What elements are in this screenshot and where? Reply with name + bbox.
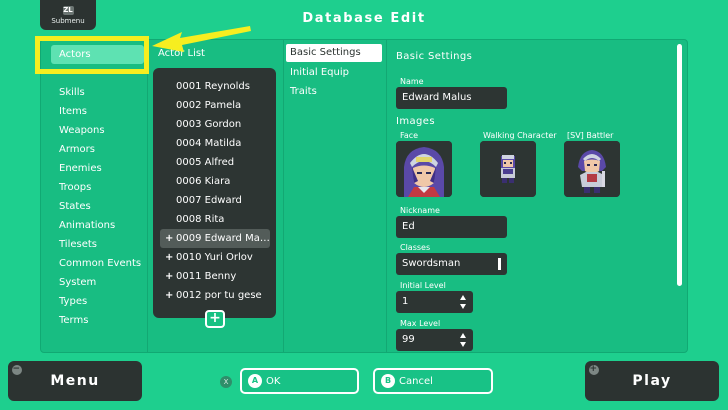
tab-basic-settings[interactable]: Basic Settings — [286, 44, 382, 62]
column-divider — [147, 40, 148, 352]
ok-label: OK — [266, 375, 281, 387]
name-field[interactable]: Edward Malus — [396, 87, 507, 109]
sv-battler-label: [SV] Battler — [567, 131, 614, 140]
actor-row[interactable]: +0010 Yuri Orlov — [160, 248, 270, 267]
category-item-common-events[interactable]: Common Events — [51, 254, 144, 273]
settings-title: Basic Settings — [396, 51, 473, 62]
actor-row-label: 0009 Edward Ma… — [176, 233, 270, 244]
column-divider — [386, 40, 387, 352]
menu-button[interactable]: − Menu — [8, 361, 142, 401]
x-key-icon: X — [220, 376, 232, 388]
classes-value: Swordsman — [402, 258, 461, 269]
category-item-enemies[interactable]: Enemies — [51, 159, 144, 178]
category-list: Actors Skills Items Weapons Armors Enemi… — [51, 45, 144, 330]
actor-row[interactable]: 0003 Gordon — [160, 115, 270, 134]
classes-label: Classes — [400, 243, 431, 252]
actor-row[interactable]: +0012 por tu gese — [160, 286, 270, 305]
initial-level-stepper[interactable]: 1 — [396, 291, 473, 313]
initial-level-label: Initial Level — [400, 281, 446, 290]
actor-row-label: 0004 Matilda — [176, 138, 242, 149]
stepper-arrows-icon — [460, 333, 466, 347]
ok-button[interactable]: A OK — [240, 368, 359, 394]
category-item-items[interactable]: Items — [51, 102, 144, 121]
actor-row[interactable]: 0001 Reynolds — [160, 77, 270, 96]
actor-row[interactable]: 0005 Alfred — [160, 153, 270, 172]
plus-icon: + — [165, 290, 174, 301]
plus-icon: + — [165, 271, 174, 282]
page-title: Database Edit — [302, 11, 426, 26]
name-label: Name — [400, 77, 424, 86]
walking-sprite-icon — [480, 141, 536, 197]
actor-row-label: 0005 Alfred — [176, 157, 235, 168]
actor-row[interactable]: 0002 Pamela — [160, 96, 270, 115]
sv-battler-sprite-icon — [564, 141, 620, 197]
play-label: Play — [632, 373, 672, 389]
category-item-actors[interactable]: Actors — [51, 45, 144, 64]
category-item-system[interactable]: System — [51, 273, 144, 292]
settings-scrollbar[interactable] — [677, 44, 682, 286]
category-item-states[interactable]: States — [51, 197, 144, 216]
walking-character-slot[interactable] — [480, 141, 536, 197]
plus-key-icon: + — [589, 364, 599, 375]
category-item-skills[interactable]: Skills — [51, 83, 144, 102]
minus-key-icon: − — [12, 364, 22, 375]
actor-row-label: 0002 Pamela — [176, 100, 242, 111]
add-actor-button[interactable]: + — [205, 310, 225, 328]
actor-row-label: 0001 Reynolds — [176, 81, 250, 92]
actor-row-label: 0003 Gordon — [176, 119, 242, 130]
face-label: Face — [400, 131, 419, 140]
column-divider — [283, 40, 284, 352]
cancel-button[interactable]: B Cancel — [373, 368, 493, 394]
actor-list-panel: 0001 Reynolds 0002 Pamela 0003 Gordon 00… — [153, 68, 276, 318]
dropdown-caret-icon — [498, 258, 501, 270]
category-item-animations[interactable]: Animations — [51, 216, 144, 235]
face-image-slot[interactable] — [396, 141, 452, 197]
initial-level-value: 1 — [402, 296, 409, 307]
category-item-hidden — [51, 64, 144, 83]
category-item-terms[interactable]: Terms — [51, 311, 144, 330]
plus-icon: + — [165, 233, 174, 244]
plus-icon: + — [165, 252, 174, 263]
actor-row-label: 0012 por tu gese — [176, 290, 262, 301]
actor-row-label: 0011 Benny — [176, 271, 237, 282]
category-item-weapons[interactable]: Weapons — [51, 121, 144, 140]
tab-initial-equip[interactable]: Initial Equip — [286, 64, 382, 82]
classes-dropdown[interactable]: Swordsman — [396, 253, 507, 275]
actor-row-label: 0007 Edward — [176, 195, 242, 206]
database-edit-screen: ZL Submenu Database Edit Actors Skills I… — [0, 0, 728, 410]
nickname-value: Ed — [402, 221, 415, 232]
b-key-icon: B — [381, 374, 395, 388]
face-portrait-icon — [396, 141, 452, 197]
nickname-field[interactable]: Ed — [396, 216, 507, 238]
actor-row-selected[interactable]: +0009 Edward Ma… — [160, 229, 270, 248]
play-button[interactable]: + Play — [585, 361, 719, 401]
actor-list-title: Actor List — [158, 48, 205, 59]
actor-row[interactable]: 0004 Matilda — [160, 134, 270, 153]
cancel-label: Cancel — [399, 375, 433, 387]
tab-traits[interactable]: Traits — [286, 83, 382, 101]
stepper-arrows-icon — [460, 295, 466, 309]
max-level-label: Max Level — [400, 319, 441, 328]
actor-row[interactable]: 0007 Edward — [160, 191, 270, 210]
walking-character-label: Walking Character — [483, 131, 557, 140]
category-item-tilesets[interactable]: Tilesets — [51, 235, 144, 254]
actor-row-label: 0006 Kiara — [176, 176, 231, 187]
actor-row[interactable]: +0011 Benny — [160, 267, 270, 286]
actor-row[interactable]: 0008 Rita — [160, 210, 270, 229]
menu-label: Menu — [50, 373, 100, 389]
max-level-value: 99 — [402, 334, 415, 345]
category-item-armors[interactable]: Armors — [51, 140, 144, 159]
sv-battler-slot[interactable] — [564, 141, 620, 197]
category-item-troops[interactable]: Troops — [51, 178, 144, 197]
actor-row-label: 0008 Rita — [176, 214, 225, 225]
a-key-icon: A — [248, 374, 262, 388]
max-level-stepper[interactable]: 99 — [396, 329, 473, 351]
actor-row[interactable]: 0006 Kiara — [160, 172, 270, 191]
images-label: Images — [396, 116, 435, 127]
actor-row-label: 0010 Yuri Orlov — [176, 252, 253, 263]
category-item-types[interactable]: Types — [51, 292, 144, 311]
nickname-label: Nickname — [400, 206, 440, 215]
name-value: Edward Malus — [402, 92, 472, 103]
